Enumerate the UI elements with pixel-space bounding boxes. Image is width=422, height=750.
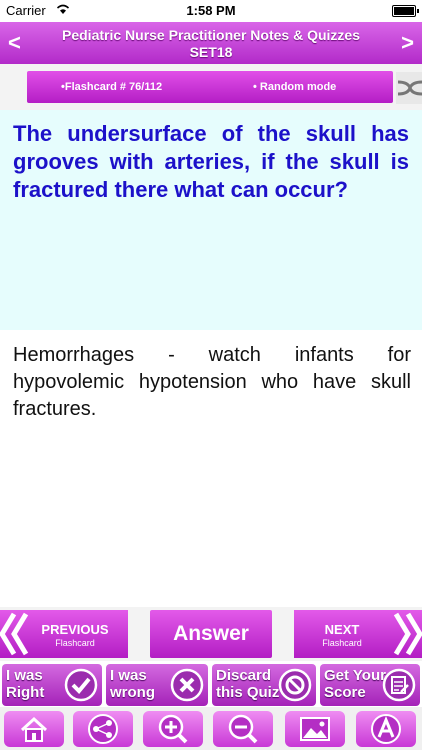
title-bar: < Pediatric Nurse Practitioner Notes & Q… [0, 22, 422, 64]
i-was-right-line1: I was [6, 667, 43, 684]
mode-label: • Random mode [253, 81, 337, 93]
check-icon [64, 668, 98, 702]
ban-icon [278, 668, 312, 702]
get-score-button[interactable]: Get Your Score [320, 664, 420, 706]
image-icon [300, 717, 330, 741]
app-title: Pediatric Nurse Practitioner Notes & Qui… [62, 27, 360, 43]
i-was-wrong-button[interactable]: I was wrong [106, 664, 208, 706]
zoom-out-button[interactable] [213, 711, 273, 747]
get-score-label: Get Your Score [324, 667, 386, 701]
image-button[interactable] [285, 711, 345, 747]
share-icon [88, 714, 118, 744]
discard-quiz-line2: this Quiz [216, 684, 280, 701]
x-icon [170, 668, 204, 702]
next-label: NEXT [324, 622, 360, 637]
discard-quiz-button[interactable]: Discard this Quiz [212, 664, 316, 706]
previous-label: PREVIOUS [41, 622, 109, 637]
get-score-line1: Get Your [324, 667, 386, 684]
status-bar: Carrier 1:58 PM [0, 0, 422, 22]
font-button[interactable] [356, 711, 416, 747]
answer-text: Hemorrhages - watch infants for hypovole… [13, 344, 411, 420]
zoom-in-icon [158, 714, 188, 744]
i-was-right-button[interactable]: I was Right [2, 664, 102, 706]
font-icon [371, 714, 401, 744]
zoom-in-button[interactable] [143, 711, 203, 747]
previous-sublabel: Flashcard [55, 638, 95, 648]
question-panel: The undersurface of the skull has groove… [0, 110, 422, 330]
set-title: SET18 [189, 44, 233, 60]
zoom-out-icon [228, 714, 258, 744]
flashcard-info-bar: •Flashcard # 76/112 • Random mode [27, 71, 393, 103]
next-sublabel: Flashcard [322, 638, 362, 648]
battery-icon [392, 5, 419, 17]
answer-button[interactable]: Answer [150, 610, 272, 658]
next-set-button[interactable]: > [401, 30, 414, 56]
discard-quiz-label: Discard this Quiz [216, 667, 279, 701]
i-was-wrong-label: I was wrong [110, 667, 155, 701]
get-score-line2: Score [324, 684, 366, 701]
i-was-wrong-line1: I was [110, 667, 147, 684]
double-chevron-left-icon [0, 612, 29, 656]
home-button[interactable] [4, 711, 64, 747]
discard-quiz-line1: Discard [216, 667, 272, 684]
question-text: The undersurface of the skull has groove… [13, 121, 409, 202]
home-icon [20, 716, 48, 742]
i-was-right-line2: Right [6, 684, 45, 701]
info-area: •Flashcard # 76/112 • Random mode [0, 64, 422, 110]
score-icon [382, 668, 416, 702]
double-chevron-right-icon [393, 612, 422, 656]
flashcard-counter: •Flashcard # 76/112 [61, 81, 163, 93]
i-was-right-label: I was Right [6, 667, 44, 701]
clock: 1:58 PM [186, 3, 236, 18]
prev-set-button[interactable]: < [8, 30, 21, 56]
share-button[interactable] [73, 711, 133, 747]
i-was-wrong-line2: wrong [110, 684, 155, 701]
shuffle-icon[interactable] [396, 72, 422, 104]
